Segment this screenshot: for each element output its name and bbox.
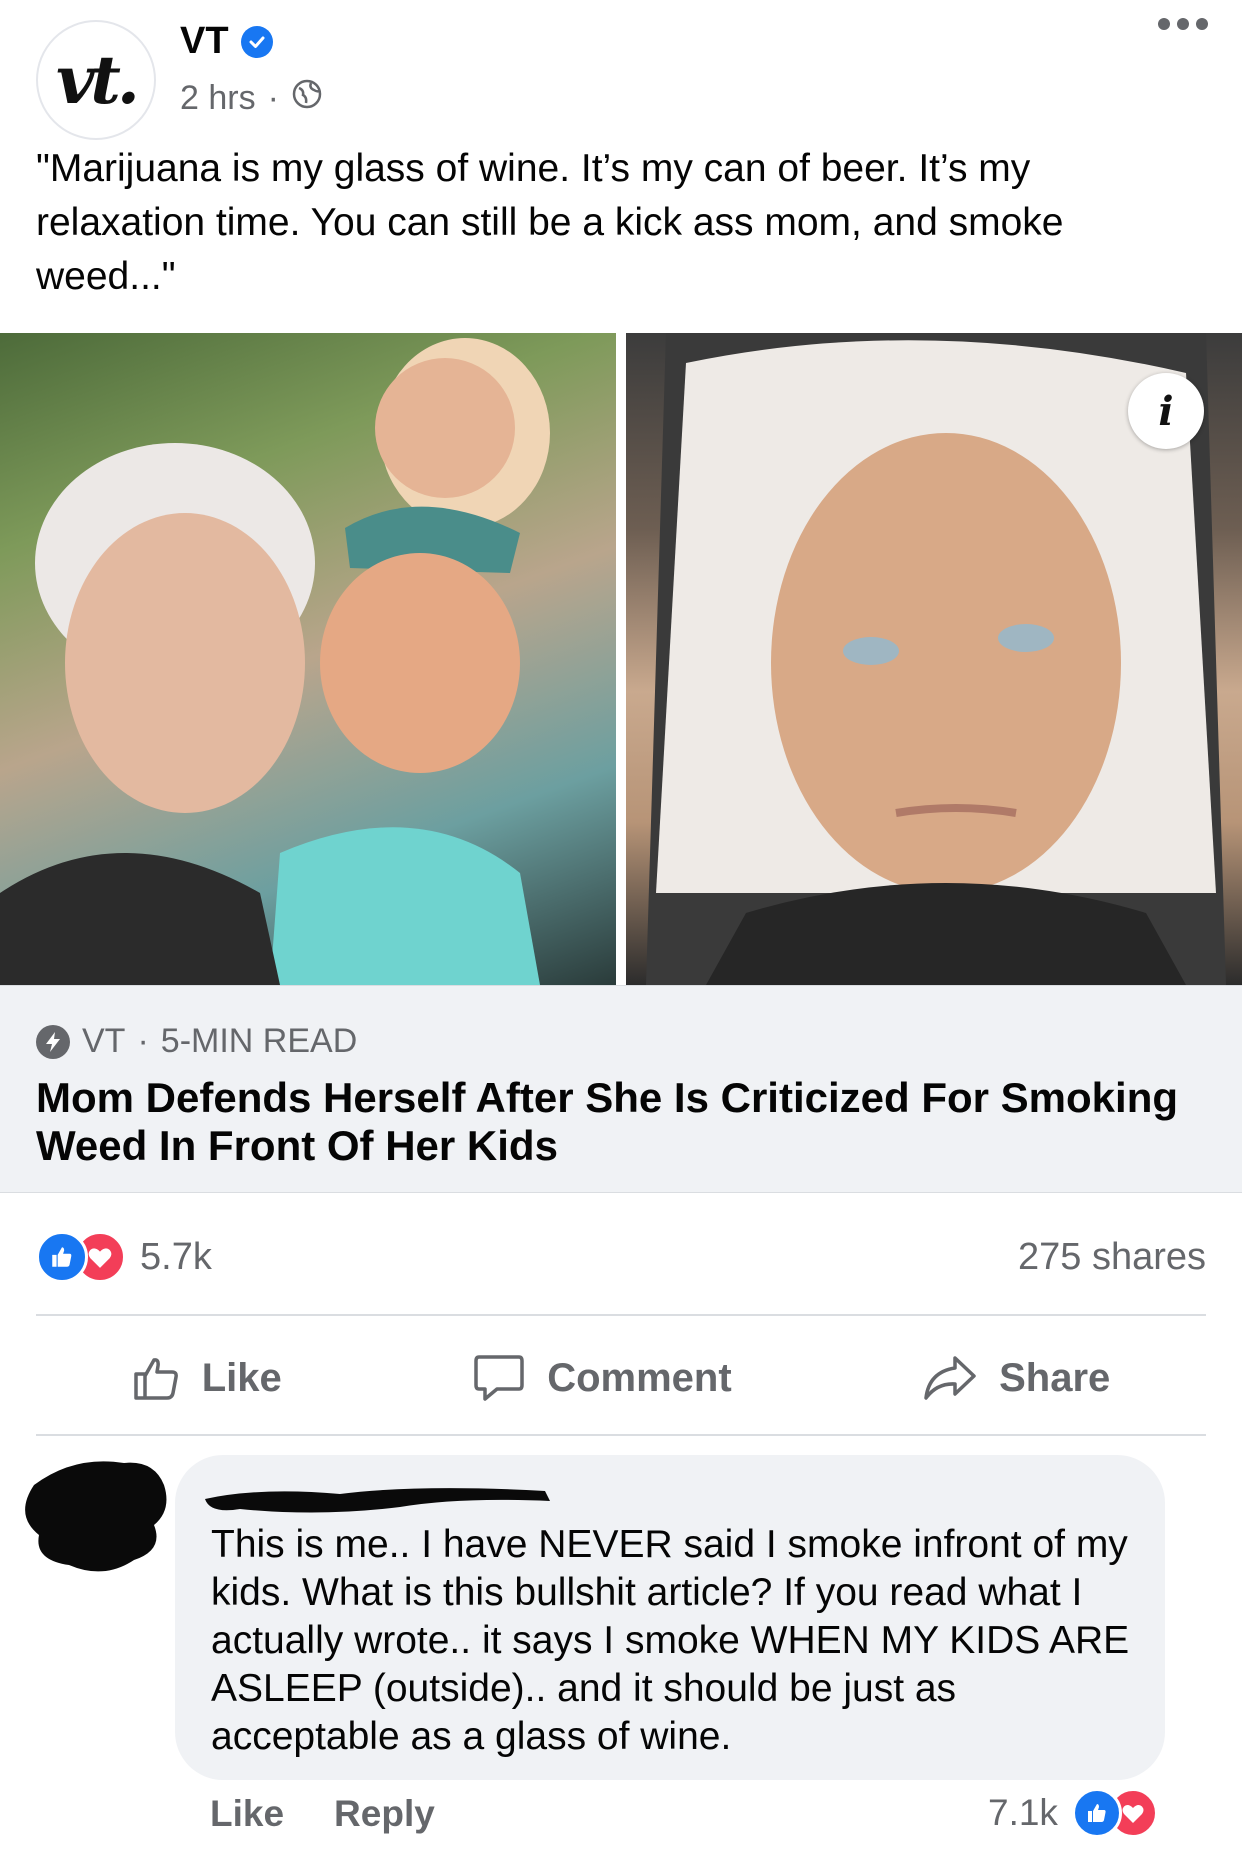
divider-top bbox=[36, 1314, 1206, 1316]
comment-bubble-icon bbox=[474, 1355, 524, 1401]
comment-button[interactable]: Comment bbox=[473, 1353, 732, 1403]
comment-text: This is me.. I have NEVER said I smoke i… bbox=[211, 1523, 1130, 1758]
shares-count[interactable]: 275 shares bbox=[1018, 1236, 1206, 1279]
comment-actions: Like Reply bbox=[210, 1793, 435, 1835]
comment-reactions[interactable]: 7.1k bbox=[988, 1788, 1158, 1838]
comment-like-reaction-icon bbox=[1071, 1788, 1122, 1838]
comment-like-button[interactable]: Like bbox=[210, 1793, 284, 1835]
commenter-avatar-redacted[interactable] bbox=[14, 1455, 174, 1580]
meta-separator: · bbox=[267, 79, 279, 117]
divider-bottom bbox=[36, 1434, 1206, 1436]
link-headline[interactable]: Mom Defends Herself After She Is Critici… bbox=[36, 1074, 1216, 1170]
like-reaction-icon bbox=[36, 1231, 88, 1283]
page-name-row: VT bbox=[180, 20, 273, 63]
verified-icon bbox=[240, 25, 273, 58]
share-label: Share bbox=[999, 1355, 1111, 1400]
photo-mom-with-kids[interactable] bbox=[0, 333, 616, 985]
like-button[interactable]: Like bbox=[132, 1354, 282, 1402]
comment-reply-button[interactable]: Reply bbox=[334, 1793, 435, 1835]
page-name[interactable]: VT bbox=[180, 20, 229, 63]
post-meta: 2 hrs · bbox=[180, 78, 323, 119]
like-thumb-icon bbox=[133, 1358, 178, 1400]
reaction-count: 5.7k bbox=[140, 1235, 212, 1278]
share-arrow-icon bbox=[924, 1356, 976, 1400]
comment-bubble: This is me.. I have NEVER said I smoke i… bbox=[175, 1455, 1165, 1780]
more-options-icon[interactable] bbox=[1158, 18, 1208, 30]
link-source-line: VT · 5-MIN READ bbox=[36, 1022, 357, 1061]
info-icon[interactable]: i bbox=[1128, 373, 1204, 449]
share-button[interactable]: Share bbox=[923, 1355, 1110, 1401]
post-photos[interactable]: i bbox=[0, 333, 1242, 985]
comment-reaction-count: 7.1k bbox=[988, 1792, 1058, 1833]
link-read-time: 5-MIN READ bbox=[160, 1022, 358, 1060]
link-separator: · bbox=[137, 1022, 149, 1060]
post-caption: "Marijuana is my glass of wine. It’s my … bbox=[36, 147, 1064, 298]
comment-label: Comment bbox=[547, 1355, 732, 1400]
link-preview[interactable]: VT · 5-MIN READ Mom Defends Herself Afte… bbox=[0, 985, 1242, 1193]
bolt-icon bbox=[36, 1024, 70, 1059]
page-avatar[interactable]: vt. bbox=[36, 20, 156, 140]
photo-mom-portrait[interactable]: i bbox=[626, 333, 1242, 985]
post-header: vt. VT 2 hrs · bbox=[0, 0, 1242, 140]
post-time[interactable]: 2 hrs bbox=[180, 79, 256, 118]
page-logo: vt. bbox=[56, 41, 140, 119]
post-stats: 5.7k 275 shares bbox=[36, 1222, 1206, 1292]
post-actions: Like Comment Share bbox=[36, 1318, 1206, 1438]
like-label: Like bbox=[201, 1355, 282, 1400]
link-source: VT bbox=[82, 1022, 126, 1060]
commenter-name-redacted[interactable] bbox=[200, 1479, 555, 1519]
photo-mom-with-kids-art bbox=[0, 338, 550, 985]
comment: This is me.. I have NEVER said I smoke i… bbox=[0, 1455, 1242, 1849]
globe-icon bbox=[291, 78, 323, 119]
reaction-summary[interactable]: 5.7k bbox=[36, 1231, 212, 1283]
